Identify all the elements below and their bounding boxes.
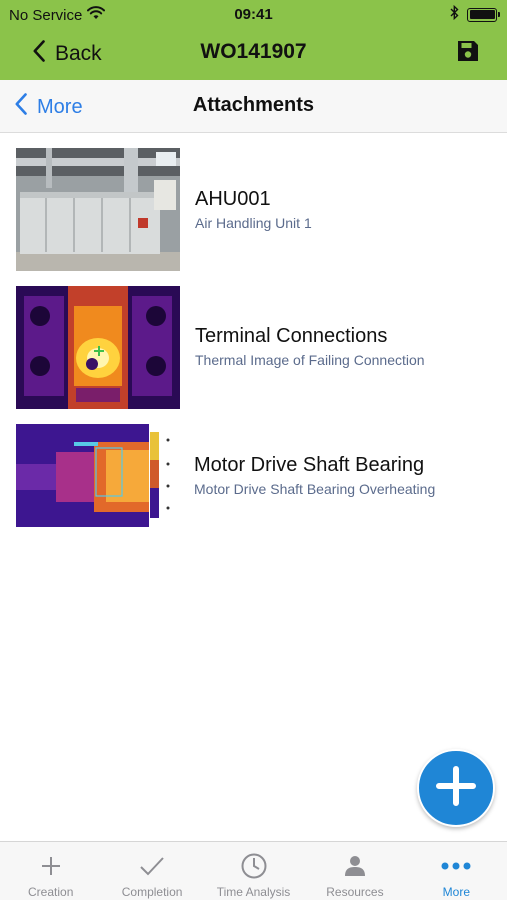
- attachment-name: Terminal Connections: [195, 325, 388, 347]
- more-dots-icon: [441, 851, 471, 881]
- tab-time-analysis[interactable]: Time Analysis: [203, 842, 304, 900]
- tab-creation[interactable]: Creation: [0, 842, 101, 900]
- thermal-image-bearing: [16, 424, 176, 527]
- attachment-description: Air Handling Unit 1: [195, 215, 312, 231]
- plus-icon: [40, 851, 62, 881]
- person-icon: [343, 851, 367, 881]
- status-bar: No Service 09:41: [0, 0, 507, 28]
- air-handling-unit-photo: [16, 148, 180, 271]
- clock-icon: [240, 851, 268, 881]
- tab-label: Completion: [121, 885, 183, 899]
- tab-label: Resources: [326, 885, 384, 899]
- tab-completion[interactable]: Completion: [101, 842, 202, 900]
- tab-more[interactable]: More: [406, 842, 507, 900]
- thermal-image-connection: [16, 286, 180, 409]
- tab-bar: Creation Completion Time Analysis Resour…: [0, 841, 507, 900]
- tab-label: Time Analysis: [216, 885, 291, 899]
- sub-navigation-bar: More Attachments: [0, 80, 507, 133]
- page-title: WO141907: [200, 40, 307, 63]
- add-attachment-button[interactable]: [417, 749, 495, 827]
- list-item[interactable]: Motor Drive Shaft Bearing Motor Drive Sh…: [0, 424, 507, 527]
- battery-icon: [467, 7, 500, 22]
- tab-label: More: [442, 885, 470, 899]
- tab-label: Creation: [28, 885, 74, 899]
- list-item[interactable]: Terminal Connections Thermal Image of Fa…: [0, 286, 507, 410]
- checkmark-icon: [139, 851, 165, 881]
- navigation-bar: Back WO141907: [0, 30, 507, 76]
- status-time: 09:41: [234, 6, 273, 23]
- list-item[interactable]: AHU001 Air Handling Unit 1: [0, 148, 507, 272]
- save-icon[interactable]: [456, 39, 480, 68]
- section-title: Attachments: [192, 94, 315, 116]
- attachment-name: Motor Drive Shaft Bearing: [194, 454, 425, 476]
- attachment-name: AHU001: [195, 188, 271, 210]
- bluetooth-icon: [450, 4, 459, 24]
- header-bar: No Service 09:41 Back WO141907: [0, 0, 507, 80]
- tab-resources[interactable]: Resources: [304, 842, 405, 900]
- attachment-description: Motor Drive Shaft Bearing Overheating: [194, 481, 436, 497]
- plus-icon: [435, 765, 477, 812]
- attachment-description: Thermal Image of Failing Connection: [195, 352, 425, 368]
